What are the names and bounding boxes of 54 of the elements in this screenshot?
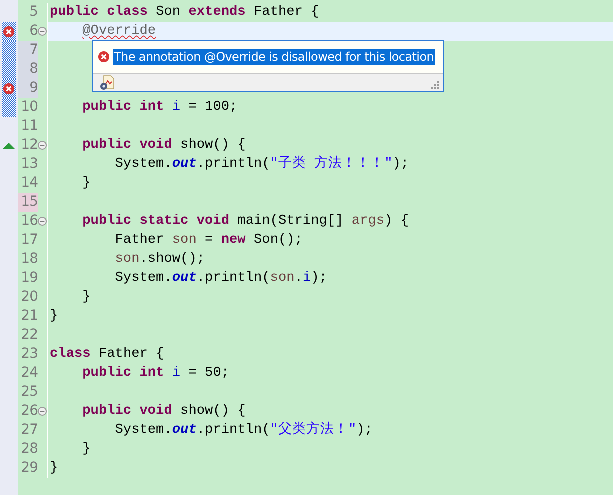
code-line: }: [82, 289, 91, 307]
code-line: public class Son extends Father {: [50, 4, 320, 22]
code-line: }: [82, 175, 91, 193]
line-number: 15: [18, 193, 38, 212]
collapse-icon[interactable]: [38, 217, 47, 226]
code-line: son.show();: [114, 251, 206, 269]
line-number: 27: [20, 421, 38, 440]
triangle-icon[interactable]: [3, 142, 15, 148]
code-line: }: [82, 441, 91, 459]
line-number: 25: [20, 383, 38, 402]
code-line: public static void main(String[] args) {: [82, 213, 409, 231]
line-number: 29: [20, 459, 38, 478]
line-number: 8: [18, 60, 38, 79]
line-number: 17: [20, 231, 38, 250]
error-icon: [98, 51, 110, 63]
code-line: @Override: [82, 23, 156, 41]
line-number: 18: [20, 250, 38, 269]
line-number: 21: [20, 307, 38, 326]
line-number: 20: [20, 288, 38, 307]
code-line: public void show() {: [82, 403, 246, 421]
line-number: 7: [18, 41, 38, 60]
line-number: 9: [18, 79, 38, 98]
code-line: class Father {: [50, 346, 164, 364]
code-line: Father son = new Son();: [114, 232, 303, 250]
line-number: 13: [20, 155, 38, 174]
resize-grip-icon[interactable]: [430, 80, 439, 89]
line-number: 12: [20, 136, 38, 155]
line-number: 14: [20, 174, 38, 193]
line-number: 22: [20, 326, 38, 345]
code-line: public void show() {: [82, 137, 246, 155]
error-icon[interactable]: [3, 82, 15, 94]
collapse-icon[interactable]: [38, 407, 47, 416]
line-number: 19: [20, 269, 38, 288]
line-number: 5: [28, 3, 38, 22]
line-number: 16: [20, 212, 38, 231]
code-line: public int i = 50;: [82, 365, 230, 383]
code-line: System.out.println("父类方法！");: [114, 421, 373, 440]
line-number: 24: [20, 364, 38, 383]
error-message[interactable]: The annotation @Override is disallowed for this location: [113, 49, 436, 65]
line-number: 10: [20, 98, 38, 117]
code-line: public int i = 100;: [82, 99, 238, 117]
line-number: 28: [20, 440, 38, 459]
code-line: System.out.println("子类 方法！！！");: [114, 155, 410, 174]
collapse-icon[interactable]: [38, 27, 47, 36]
code-line: }: [50, 308, 58, 326]
line-number: 26: [20, 402, 38, 421]
collapse-icon[interactable]: [38, 141, 47, 150]
line-number: 23: [20, 345, 38, 364]
line-number: 6: [28, 22, 38, 41]
code-line: System.out.println(son.i);: [114, 270, 328, 288]
error-icon[interactable]: [3, 26, 15, 38]
code-line: }: [50, 460, 58, 478]
document-gear-icon[interactable]: [99, 74, 115, 90]
line-number: 11: [20, 117, 38, 136]
